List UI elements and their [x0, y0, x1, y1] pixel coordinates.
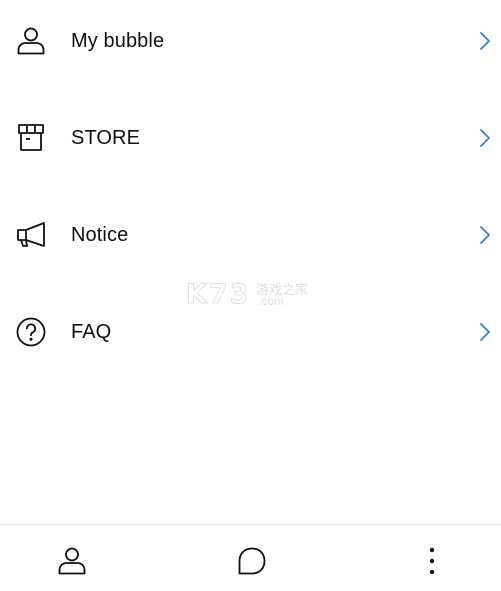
- menu-item-my-bubble[interactable]: My bubble: [0, 1, 501, 81]
- megaphone-icon: [13, 217, 49, 253]
- menu-item-label: FAQ: [71, 320, 112, 343]
- watermark-brand: K73: [186, 279, 251, 311]
- more-vertical-icon: [428, 545, 436, 577]
- chevron-right-icon: [478, 322, 492, 342]
- question-circle-icon: [13, 314, 49, 350]
- watermark-logo: K73 游戏之家 .com: [186, 279, 316, 313]
- person-icon: [13, 23, 49, 59]
- chevron-right-icon: [478, 225, 492, 245]
- store-icon: [13, 120, 49, 156]
- tab-chat[interactable]: [234, 543, 270, 579]
- menu-item-label: Notice: [71, 223, 129, 246]
- menu-item-label: STORE: [71, 126, 141, 149]
- chevron-right-icon: [478, 31, 492, 51]
- bottom-nav-bar: [0, 524, 501, 591]
- menu-item-store[interactable]: STORE: [0, 98, 501, 178]
- watermark-domain: .com: [258, 294, 285, 308]
- menu-item-notice[interactable]: Notice: [0, 195, 501, 275]
- settings-screen: My bubble STORE Notice FAQ K73 游戏之家 .com: [0, 0, 501, 591]
- person-icon: [56, 545, 88, 577]
- menu-item-label: My bubble: [71, 29, 165, 52]
- chevron-right-icon: [478, 128, 492, 148]
- chat-bubble-icon: [236, 545, 268, 577]
- tab-more[interactable]: [414, 543, 450, 579]
- tab-profile[interactable]: [54, 543, 90, 579]
